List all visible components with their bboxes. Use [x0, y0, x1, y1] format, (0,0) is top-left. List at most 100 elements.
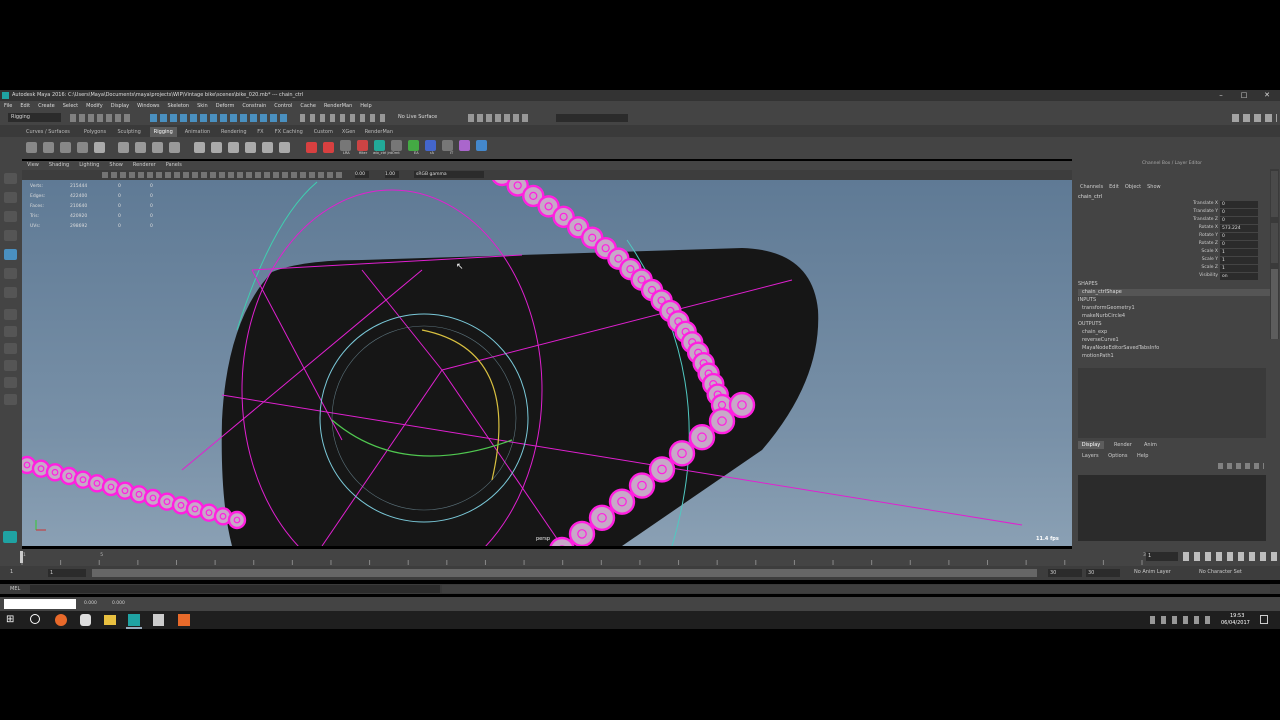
output-node[interactable]: reverseCurve1 — [1082, 337, 1119, 343]
attribute-row[interactable]: Translate Y0 — [1182, 209, 1262, 217]
channel-menu-object[interactable]: Object — [1125, 184, 1141, 190]
panel-menu-view[interactable]: View — [22, 162, 44, 168]
menu-control[interactable]: Control — [270, 103, 296, 109]
shelf-tab-renderman[interactable]: RenderMan — [361, 127, 397, 137]
minimize-button[interactable]: – — [1210, 90, 1232, 101]
menu-file[interactable]: File — [0, 103, 16, 109]
cluster-icon[interactable] — [169, 142, 180, 153]
ea-script-icon[interactable] — [408, 140, 419, 151]
script-icon[interactable] — [459, 140, 470, 151]
range-start-field[interactable]: 1 — [48, 569, 86, 577]
maya-taskbar-icon[interactable] — [128, 614, 140, 626]
attribute-row[interactable]: Visibility on — [1182, 273, 1262, 281]
attribute-row[interactable]: Rotate X 573.224 — [1182, 225, 1262, 233]
close-button[interactable]: ✕ — [1256, 90, 1278, 101]
shapes-row[interactable]: chain_ctrlShape — [1078, 289, 1274, 296]
output-node[interactable]: MayaNodeEditorSavedTabsInfo — [1082, 345, 1159, 351]
output-node[interactable]: motionPath1 — [1082, 353, 1114, 359]
shelf-tab-rigging[interactable]: Rigging — [149, 127, 177, 137]
menu-cache[interactable]: Cache — [296, 103, 320, 109]
curve-tool-5-icon[interactable] — [262, 142, 273, 153]
shelf-tab-rendering[interactable]: Rendering — [217, 127, 251, 137]
shelf-tab-polygons[interactable]: Polygons — [80, 127, 110, 137]
channel-menu-show[interactable]: Show — [1147, 184, 1161, 190]
lattice-icon[interactable] — [152, 142, 163, 153]
outliner-thumbnail[interactable] — [4, 599, 76, 609]
attribute-value-field[interactable]: 0 — [1220, 233, 1258, 240]
panel-menu-lighting[interactable]: Lighting — [74, 162, 104, 168]
help-menu[interactable]: Help — [1137, 453, 1148, 459]
attribute-value-field[interactable]: 0 — [1220, 201, 1258, 208]
input-field[interactable] — [556, 114, 628, 122]
attribute-value-field[interactable]: 573.224 — [1220, 225, 1258, 232]
menu-windows[interactable]: Windows — [133, 103, 163, 109]
output-node[interactable]: chain_exp — [1082, 329, 1107, 335]
shelf-tab-sculpting[interactable]: Sculpting — [114, 127, 145, 137]
paint-select-icon[interactable] — [4, 211, 17, 222]
shelf-tab-xgen[interactable]: XGen — [338, 127, 360, 137]
shelf-tab-animation[interactable]: Animation — [181, 127, 215, 137]
panel-toggle-icons[interactable] — [1232, 114, 1277, 122]
attribute-value-field[interactable]: 0 — [1220, 209, 1258, 216]
menu-deform[interactable]: Deform — [212, 103, 239, 109]
attribute-value-field[interactable]: 1 — [1220, 265, 1258, 272]
curve-tool-4-icon[interactable] — [245, 142, 256, 153]
last-tool-icon[interactable] — [4, 287, 17, 298]
curve-tool-3-icon[interactable] — [228, 142, 239, 153]
tool-settings-tab[interactable] — [1271, 223, 1278, 263]
app-icon[interactable] — [80, 614, 91, 626]
bind-skin-icon[interactable] — [118, 142, 129, 153]
layout-hypershade-icon[interactable] — [4, 394, 17, 405]
anim-start-field[interactable]: 1 — [10, 569, 13, 575]
joint-tool-icon[interactable] — [26, 142, 37, 153]
panel-menu-show[interactable]: Show — [104, 162, 128, 168]
menu-skeleton[interactable]: Skeleton — [163, 103, 193, 109]
exposure-field[interactable]: 0.00 — [355, 171, 369, 178]
layers-menu[interactable]: Layers — [1082, 453, 1099, 459]
time-slider[interactable]: 1530 1 — [0, 549, 1280, 566]
tab-display[interactable]: Display — [1078, 441, 1104, 449]
snap-icons[interactable] — [300, 114, 390, 122]
character-set-dropdown[interactable]: No Character Set — [1199, 569, 1242, 575]
channel-box-tab[interactable] — [1271, 269, 1278, 339]
attribute-editor-tab[interactable] — [1271, 171, 1278, 217]
input-node[interactable]: transformGeometry1 — [1082, 305, 1135, 311]
layout-four-icon[interactable] — [4, 326, 17, 337]
panel-toolbar-icons[interactable] — [102, 172, 342, 178]
maximize-button[interactable]: □ — [1233, 90, 1255, 101]
orient-joint-icon[interactable] — [77, 142, 88, 153]
attribute-row[interactable]: Scale X1 — [1182, 249, 1262, 257]
layer-list[interactable] — [1078, 475, 1266, 541]
menu-select[interactable]: Select — [59, 103, 82, 109]
app-icon-2[interactable] — [178, 614, 190, 626]
tab-anim[interactable]: Anim — [1144, 441, 1157, 449]
menu-modify[interactable]: Modify — [82, 103, 107, 109]
current-time-marker[interactable] — [20, 551, 23, 563]
attribute-row[interactable]: Rotate Z0 — [1182, 241, 1262, 249]
menu-skin[interactable]: Skin — [193, 103, 212, 109]
selection-mask-icons[interactable] — [150, 114, 290, 122]
render-icons[interactable] — [468, 114, 528, 122]
mirror-joint-icon[interactable] — [60, 142, 71, 153]
layout-two-icon[interactable] — [4, 343, 17, 354]
attribute-row[interactable]: Translate X0 — [1182, 201, 1262, 209]
attribute-row[interactable]: Scale Y1 — [1182, 257, 1262, 265]
layer-buttons[interactable] — [1218, 463, 1264, 469]
menu-create[interactable]: Create — [34, 103, 59, 109]
paint-weights-icon[interactable] — [135, 142, 146, 153]
gamma-field[interactable]: 1.00 — [385, 171, 399, 178]
layout-outliner-icon[interactable] — [4, 360, 17, 371]
layout-single-icon[interactable] — [4, 309, 17, 320]
insert-joint-icon[interactable] — [43, 142, 54, 153]
file-explorer-icon[interactable] — [104, 615, 116, 625]
lasso-tool-icon[interactable] — [4, 192, 17, 203]
curve-tool-6-icon[interactable] — [279, 142, 290, 153]
curve-tool-icon[interactable] — [194, 142, 205, 153]
attribute-row[interactable]: Rotate Y0 — [1182, 233, 1262, 241]
anim-layer-dropdown[interactable]: No Anim Layer — [1134, 569, 1171, 575]
attribute-value-field[interactable]: 1 — [1220, 257, 1258, 264]
shelf-tab-fx[interactable]: FX — [253, 127, 267, 137]
attribute-value-field[interactable]: on — [1220, 273, 1258, 280]
clock-date[interactable]: 06/04/2017 — [1221, 620, 1250, 626]
clock-time[interactable]: 19:53 — [1230, 613, 1244, 619]
